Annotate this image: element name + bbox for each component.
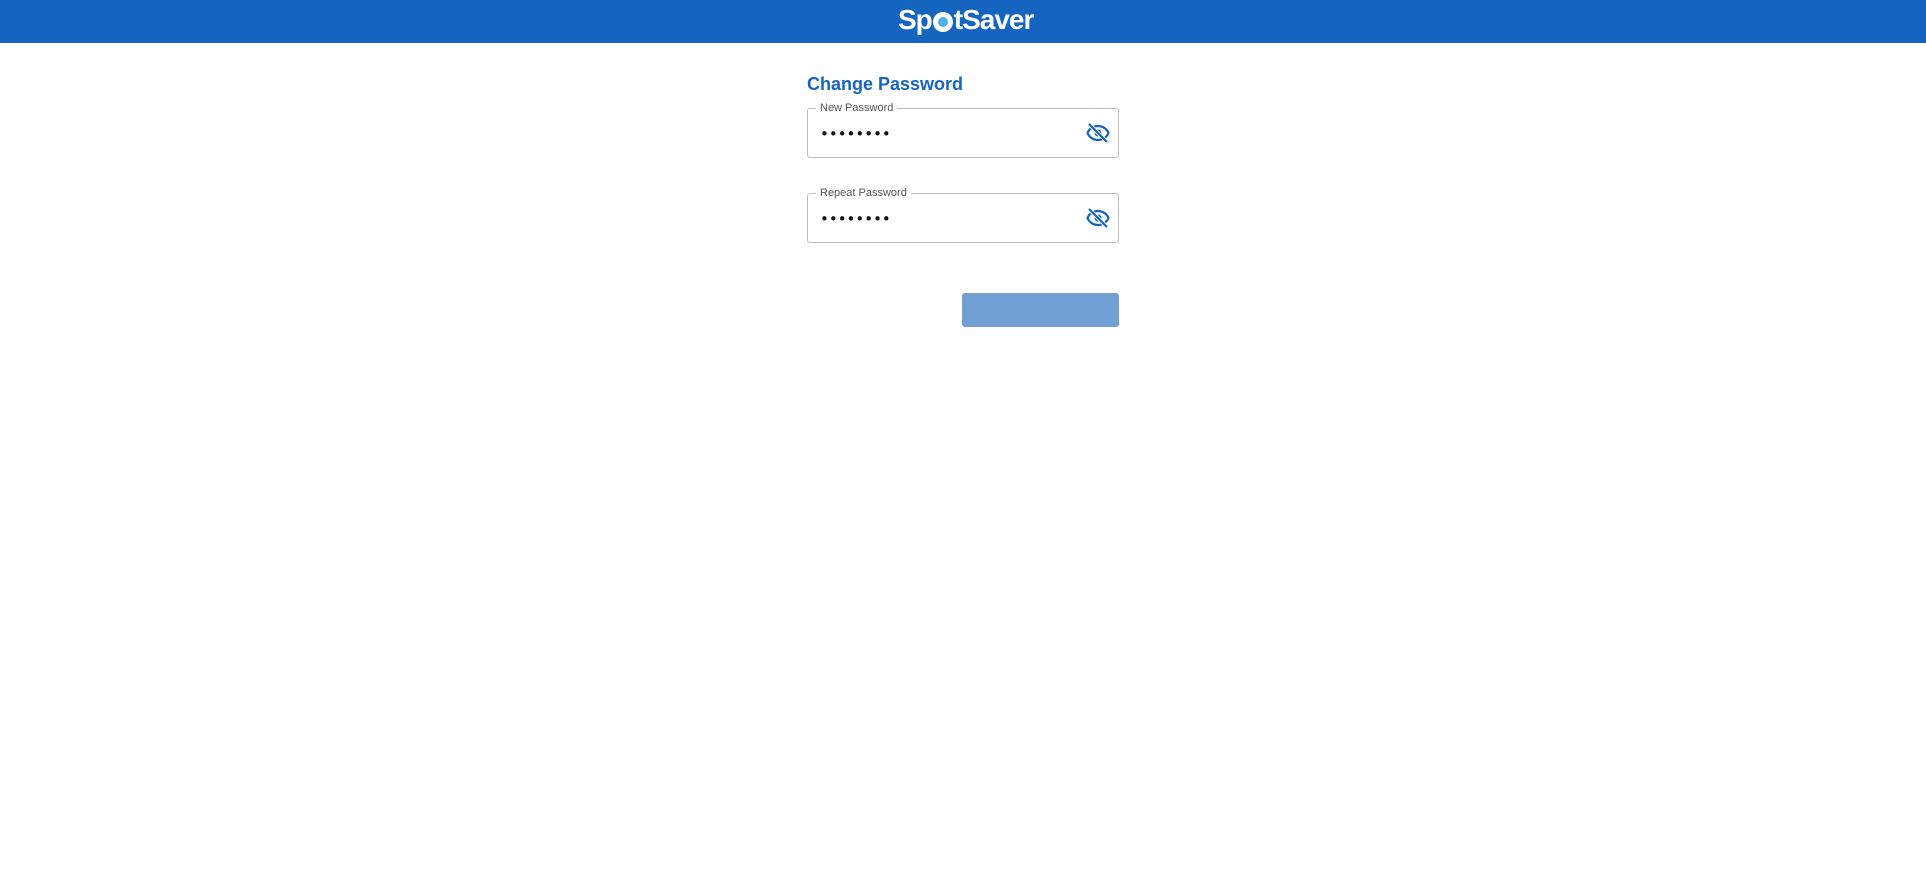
page-title: Change Password [807, 74, 964, 94]
logo-text-start: Sp [898, 4, 933, 35]
repeat-password-input[interactable]: •••••••• [820, 210, 1070, 228]
repeat-password-label: Repeat Password [816, 186, 911, 200]
top-app-bar: Sp tSaver [0, 0, 1926, 43]
spotsaver-logo[interactable]: Sp tSaver [898, 3, 1035, 37]
eye-off-icon[interactable] [1086, 121, 1110, 145]
new-password-label: New Password [816, 101, 898, 115]
new-password-field[interactable]: New Password •••••••• [807, 101, 1119, 158]
new-password-input[interactable]: •••••••• [820, 125, 1070, 143]
eye-off-icon[interactable] [1086, 206, 1110, 230]
repeat-password-field[interactable]: Repeat Password •••••••• [807, 186, 1119, 243]
logo-text-end: tSaver [953, 4, 1035, 35]
submit-button[interactable] [962, 293, 1119, 327]
logo-pin-icon [932, 12, 953, 32]
